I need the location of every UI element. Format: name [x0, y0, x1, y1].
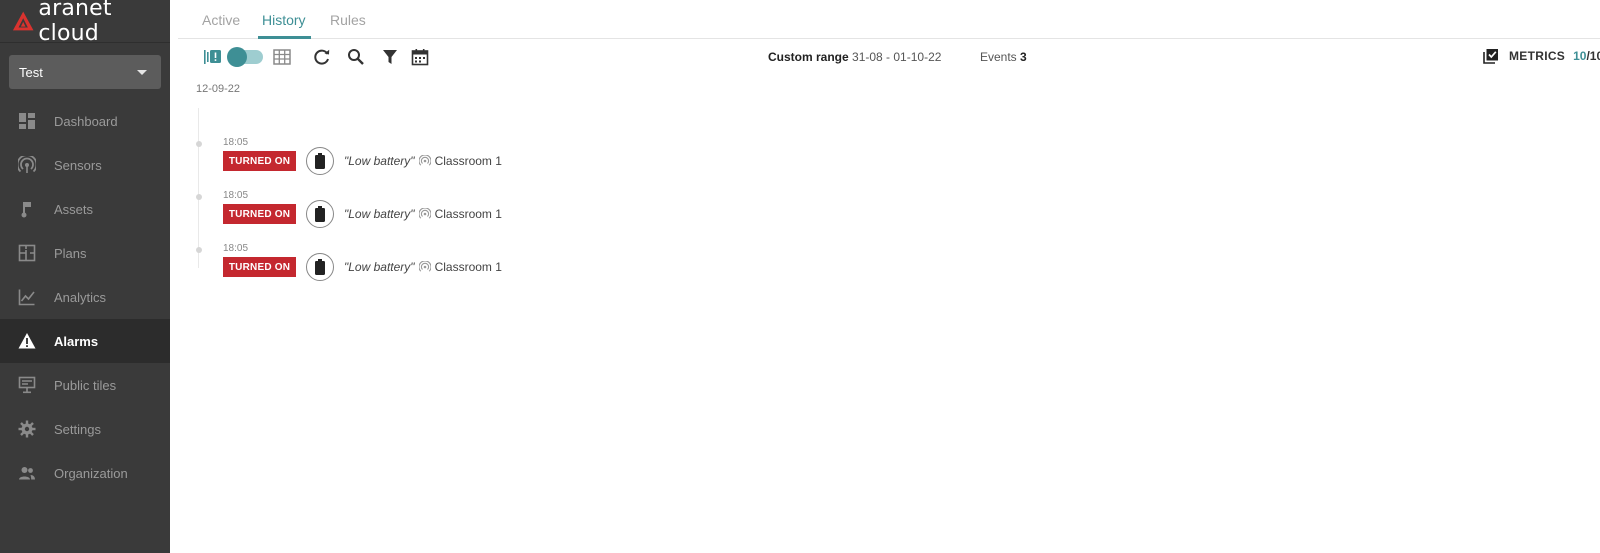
sidebar-item-label: Settings	[54, 421, 101, 437]
history-event[interactable]: 18:05 TURNED ON "Low battery" Classroom …	[190, 136, 790, 188]
sidebar-item-sensors[interactable]: Sensors	[0, 143, 170, 187]
event-rule: "Low battery"	[344, 260, 415, 274]
metric-icon	[306, 147, 334, 175]
event-message: "Low battery" Classroom 1	[344, 154, 502, 168]
tab-rules[interactable]: Rules	[330, 12, 366, 28]
metrics-label: METRICS	[1509, 49, 1566, 63]
aranet-logo-icon	[12, 11, 34, 31]
event-sensor[interactable]: Classroom 1	[435, 154, 502, 168]
event-sensor[interactable]: Classroom 1	[435, 207, 502, 221]
date-range-value: 31-08 - 01-10-22	[852, 50, 942, 64]
event-message: "Low battery" Classroom 1	[344, 207, 502, 221]
assets-icon	[18, 200, 36, 218]
sidebar-item-label: Sensors	[54, 157, 102, 173]
sidebar-item-analytics[interactable]: Analytics	[0, 275, 170, 319]
events-number: 3	[1020, 50, 1027, 64]
metric-icon	[306, 200, 334, 228]
event-rule: "Low battery"	[344, 154, 415, 168]
battery-icon	[315, 206, 325, 222]
sidebar-item-label: Assets	[54, 201, 94, 217]
active-tab-indicator	[258, 36, 311, 39]
view-toggle-knob	[227, 47, 247, 67]
metrics-selector[interactable]: METRICS 10 /10	[1483, 48, 1600, 64]
event-message: "Low battery" Classroom 1	[344, 260, 502, 274]
sidebar-item-label: Plans	[54, 245, 87, 261]
space-selector[interactable]: Test	[9, 55, 161, 89]
plans-icon	[18, 244, 36, 262]
public-tiles-icon	[18, 376, 36, 394]
events-label: Events	[980, 50, 1017, 64]
filter-icon[interactable]	[380, 47, 400, 67]
view-toggle[interactable]	[227, 47, 263, 67]
tab-history[interactable]: History	[262, 12, 306, 28]
battery-icon	[315, 259, 325, 275]
table-view-icon[interactable]	[272, 47, 292, 67]
tab-active[interactable]: Active	[202, 12, 240, 28]
status-badge: TURNED ON	[223, 257, 296, 277]
logo-divider	[0, 42, 170, 43]
sidebar-item-label: Public tiles	[54, 377, 117, 393]
dashboard-icon	[18, 112, 36, 130]
event-time: 18:05	[223, 190, 249, 201]
metric-icon	[306, 253, 334, 281]
event-time: 18:05	[223, 243, 249, 254]
date-range[interactable]: Custom range 31-08 - 01-10-22	[768, 50, 941, 64]
sensor-icon	[418, 261, 431, 273]
battery-icon	[315, 153, 325, 169]
sidebar-item-dashboard[interactable]: Dashboard	[0, 99, 170, 143]
timeline-dot	[196, 141, 202, 147]
timeline-view-icon[interactable]	[202, 47, 222, 67]
sensor-icon	[418, 155, 431, 167]
event-time: 18:05	[223, 137, 249, 148]
checkbox-stack-icon	[1483, 49, 1498, 64]
refresh-icon[interactable]	[312, 47, 332, 67]
events-count: Events 3	[980, 50, 1027, 64]
sensors-icon	[18, 156, 36, 174]
sidebar-item-settings[interactable]: Settings	[0, 407, 170, 451]
app-root: aranet cloud Test Dashboard Sensors Asse…	[0, 0, 1600, 553]
history-date: 12-09-22	[196, 83, 241, 95]
history-event[interactable]: 18:05 TURNED ON "Low battery" Classroom …	[190, 189, 790, 241]
date-range-label: Custom range	[768, 50, 849, 64]
sidebar-item-organization[interactable]: Organization	[0, 451, 170, 495]
event-sensor[interactable]: Classroom 1	[435, 260, 502, 274]
sidebar-item-label: Dashboard	[54, 113, 118, 129]
sidebar-item-alarms[interactable]: Alarms	[0, 319, 170, 363]
timeline-dot	[196, 247, 202, 253]
sidebar-item-label: Organization	[54, 465, 128, 481]
chevron-down-icon	[137, 70, 147, 75]
event-rule: "Low battery"	[344, 207, 415, 221]
brand-logo[interactable]: aranet cloud	[12, 0, 170, 46]
calendar-icon[interactable]	[410, 47, 430, 67]
sensor-icon	[418, 208, 431, 220]
space-selector-value: Test	[19, 64, 43, 80]
status-badge: TURNED ON	[223, 151, 296, 171]
metrics-selected: 10	[1573, 49, 1587, 63]
sidebar-item-assets[interactable]: Assets	[0, 187, 170, 231]
brand-name: aranet cloud	[38, 0, 112, 46]
alarm-icon	[18, 332, 36, 350]
timeline-dot	[196, 194, 202, 200]
people-icon	[18, 464, 36, 482]
status-badge: TURNED ON	[223, 204, 296, 224]
analytics-icon	[18, 288, 36, 306]
sidebar-item-label: Alarms	[54, 333, 99, 349]
sidebar: aranet cloud Test Dashboard Sensors Asse…	[0, 0, 170, 553]
search-icon[interactable]	[346, 47, 366, 67]
sidebar-item-public-tiles[interactable]: Public tiles	[0, 363, 170, 407]
sidebar-nav: Dashboard Sensors Assets Plans Analytics…	[0, 99, 170, 495]
history-event[interactable]: 18:05 TURNED ON "Low battery" Classroom …	[190, 242, 790, 294]
sidebar-item-plans[interactable]: Plans	[0, 231, 170, 275]
metrics-total: /10	[1586, 49, 1600, 63]
sidebar-item-label: Analytics	[54, 289, 107, 305]
gear-icon	[18, 420, 36, 438]
alarms-tabs	[178, 0, 1600, 39]
